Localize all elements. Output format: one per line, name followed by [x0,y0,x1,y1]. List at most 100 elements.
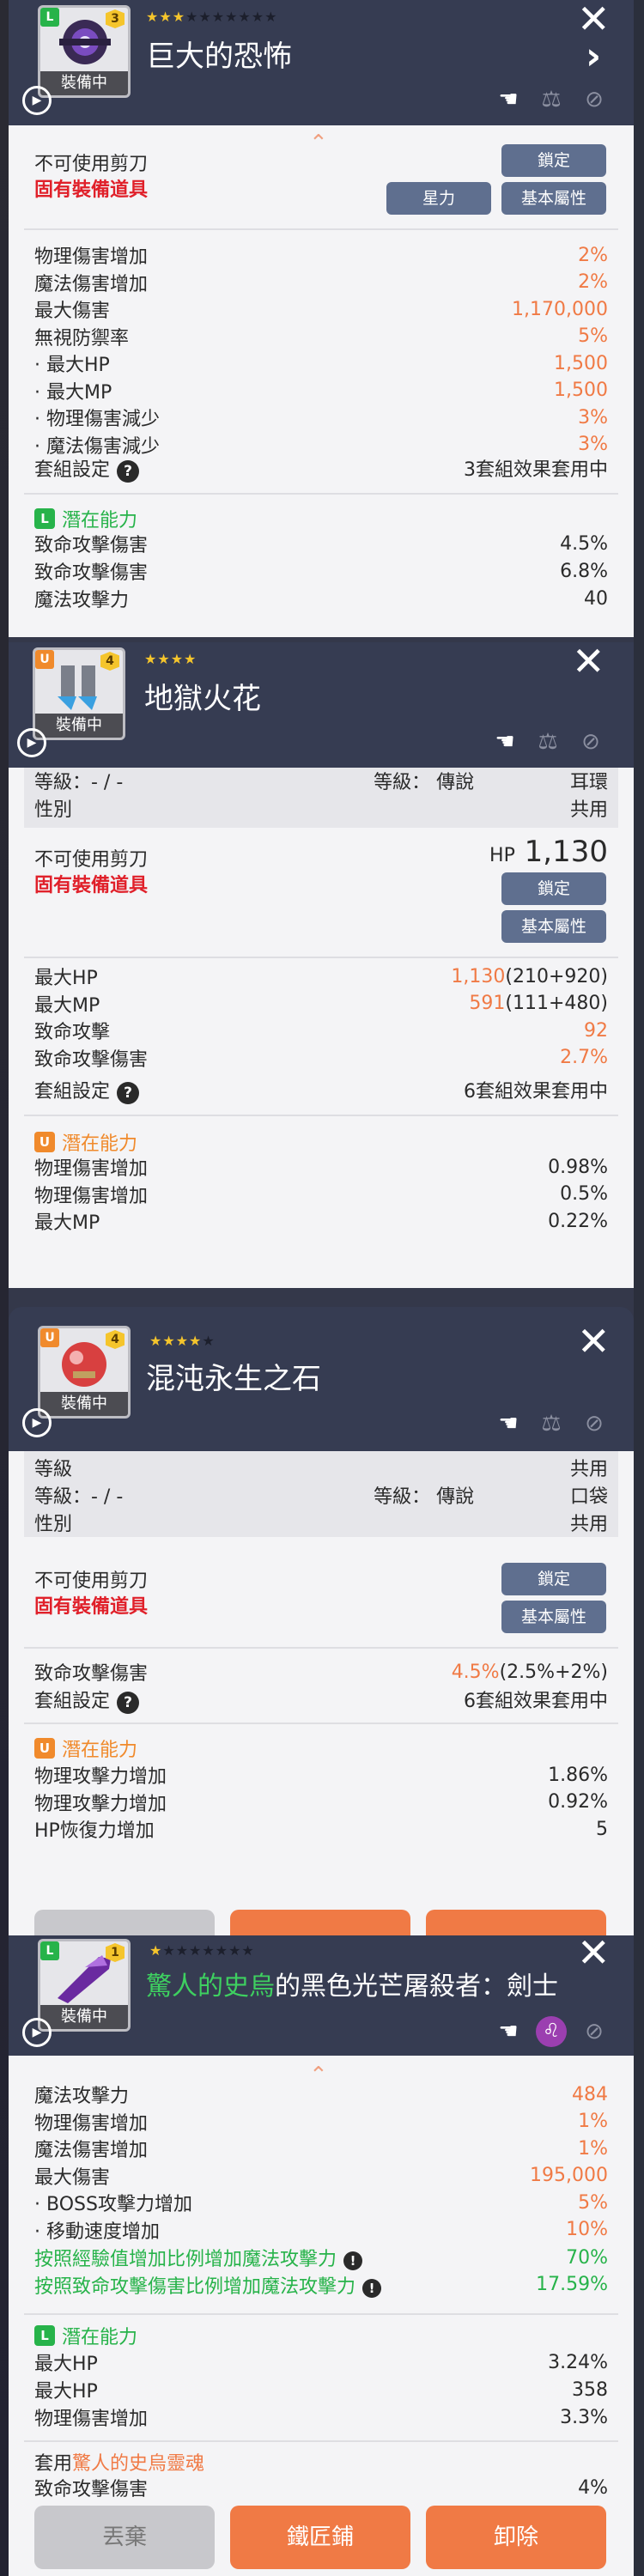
stat-row: 致命攻擊傷害 2.7% [34,1045,608,1071]
stat-value: 0.98% [548,1156,608,1178]
stat-value: 5% [578,325,608,347]
stat-value: 1.86% [548,1764,608,1786]
stat-label: 致命攻擊傷害 [34,1663,149,1685]
info-icon[interactable]: ! [362,2278,382,2298]
stat-label: 最大HP [34,2381,98,2403]
card-body: ⌃ 魔法攻擊力 484 物理傷害增加 1% 魔法傷害增加 1% 最大傷害 195,000 · B… [9,2056,634,2576]
stat-label: · 最大MP [34,381,112,404]
lock-button[interactable]: 鎖定 [501,872,606,905]
base-stats-button[interactable]: 基本屬性 [501,910,606,943]
equipped-label: 裝備中 [35,714,123,738]
item-thumbnail[interactable]: U 4 裝備中 [33,647,125,740]
stat-value: 2% [578,244,608,266]
stat-value: 3.3% [560,2406,608,2428]
stat-value: 1,500 [554,352,608,374]
help-icon[interactable]: ? [117,459,140,483]
tier-badge: U [40,1328,59,1347]
stat-label: 最大傷害 [34,2166,111,2189]
play-icon[interactable]: ▶ [22,2018,52,2047]
stat-value: 5 [596,1818,608,1840]
star-rating: ★★★★★★★★ [149,1942,255,1959]
star-rating: ★★★★★ [149,1333,216,1349]
stat-label: 最大MP [34,994,100,1017]
stat-value: 3.24% [548,2351,608,2373]
stat-row: 物理傷害增加 0.5% [34,1182,608,1207]
close-icon[interactable]: ✕ [572,642,605,681]
divider [24,1722,618,1724]
level-badge: 3 [106,9,125,28]
divider [24,493,618,495]
stat-value: 4.5% [560,532,608,555]
stat-label: 物理攻擊力增加 [34,1766,167,1788]
divider [24,1115,618,1116]
stat-row: 最大傷害 195,000 [34,2163,608,2189]
lock-button[interactable]: 鎖定 [501,144,606,177]
stat-value: 2.7% [560,1047,608,1068]
potential-header: L 潛在能力 [34,2322,137,2349]
scale-icon[interactable]: ⚖ [536,1408,567,1439]
stat-row: 無視防禦率 5% [34,324,608,349]
soul-icon[interactable]: ♌ [536,2016,567,2047]
card-body: 等級：- / - 等級： 傳說 耳環 性別 共用 不可使用剪刀 固有裝備道具 HP 1… [9,768,634,1288]
tier-badge: U [35,650,54,669]
scale-icon[interactable]: ⚖ [536,84,567,115]
stat-label: 魔法傷害增加 [34,2140,149,2161]
close-icon[interactable]: ✕ [577,0,611,39]
star-rating: ★★★★ [144,651,197,667]
stat-value: 1% [578,2137,608,2160]
hand-icon[interactable]: ☚ [493,2016,524,2047]
info-icon[interactable]: ! [343,2251,363,2270]
stat-row: 致命攻擊 92 [34,1018,608,1044]
play-icon[interactable]: ▶ [22,1408,52,1437]
set-row: 套組設定? 6套組效果套用中 [34,1690,608,1714]
item-card-3: U 4 裝備中 ▶ ★★★★★ 混沌永生之石 ✕ ☚ ⚖ ⊘ 等級 共用 等級：-… [9,1307,634,1935]
item-thumbnail[interactable]: U 4 裝備中 [38,1326,131,1419]
compare-icon[interactable]: ⊘ [579,1408,610,1439]
level-badge: 1 [106,1943,125,1962]
help-icon[interactable]: ? [117,1081,140,1104]
divider [24,1647,618,1649]
stat-row: 最大MP 591(111+480) [34,991,608,1017]
item-title: 混沌永生之石 [146,1362,321,1396]
item-thumbnail[interactable]: L 3 裝備中 [38,5,131,98]
stat-row: 致命攻擊傷害 4.5%(2.5%+2%) [34,1659,608,1686]
compare-icon[interactable]: ⊘ [579,84,610,115]
hand-icon[interactable]: ☚ [489,726,520,757]
stat-label: 致命攻擊傷害 [34,535,149,556]
starforce-button[interactable]: 星力 [386,182,491,215]
stat-label: 物理傷害增加 [34,2112,149,2135]
card-header: L 3 裝備中 ▶ ★★★★★★★★★★ 巨大的恐怖 ✕ › ☚ ⚖ ⊘ [9,0,634,125]
base-stats-button[interactable]: 基本屬性 [501,1601,606,1633]
stat-row: 物理攻擊力增加 1.86% [34,1762,608,1789]
lock-button[interactable]: 鎖定 [501,1563,606,1595]
scale-icon[interactable]: ⚖ [532,726,563,757]
compare-icon[interactable]: ⊘ [575,726,606,757]
hand-icon[interactable]: ☚ [493,84,524,115]
unequip-button[interactable]: 卸除 [426,2506,606,2569]
stat-label: · 最大HP [34,355,110,376]
base-stats-button[interactable]: 基本屬性 [501,182,606,215]
stat-value: 17.59% [536,2274,608,2295]
card-body: 等級 共用 等級：- / - 等級： 傳說 口袋 性別 共用 不可使用剪刀 固有裝備道具… [9,1451,634,1935]
play-icon[interactable]: ▶ [17,728,46,757]
discard-button[interactable]: 丟棄 [34,2506,215,2569]
stat-label: 魔法攻擊力 [34,2086,130,2107]
hand-icon[interactable]: ☚ [493,1408,524,1439]
stat-label: 物理傷害增加 [34,2409,149,2430]
play-icon[interactable]: ▶ [22,86,52,115]
stat-row: 致命攻擊傷害 6.8% [34,558,608,585]
button-peek [230,1910,410,1935]
close-icon[interactable]: ✕ [577,1321,611,1361]
blacksmith-button[interactable]: 鐵匠鋪 [230,2506,410,2569]
set-row: 套組設定? 6套組效果套用中 [34,1080,608,1104]
chevron-right-icon[interactable]: › [586,34,601,78]
compare-icon[interactable]: ⊘ [579,2016,610,2047]
stat-value: 2% [578,271,608,293]
close-icon[interactable]: ✕ [577,1935,611,1972]
stat-value: 0.92% [548,1791,608,1813]
item-card-1: L 3 裝備中 ▶ ★★★★★★★★★★ 巨大的恐怖 ✕ › ☚ ⚖ ⊘ ⌃ 不… [9,0,634,637]
help-icon[interactable]: ? [117,1691,140,1714]
stat-row: 魔法傷害增加 2% [34,270,608,295]
item-thumbnail[interactable]: L 1 裝備中 [38,1939,131,2032]
stat-row: 物理傷害增加 3.3% [34,2404,608,2431]
